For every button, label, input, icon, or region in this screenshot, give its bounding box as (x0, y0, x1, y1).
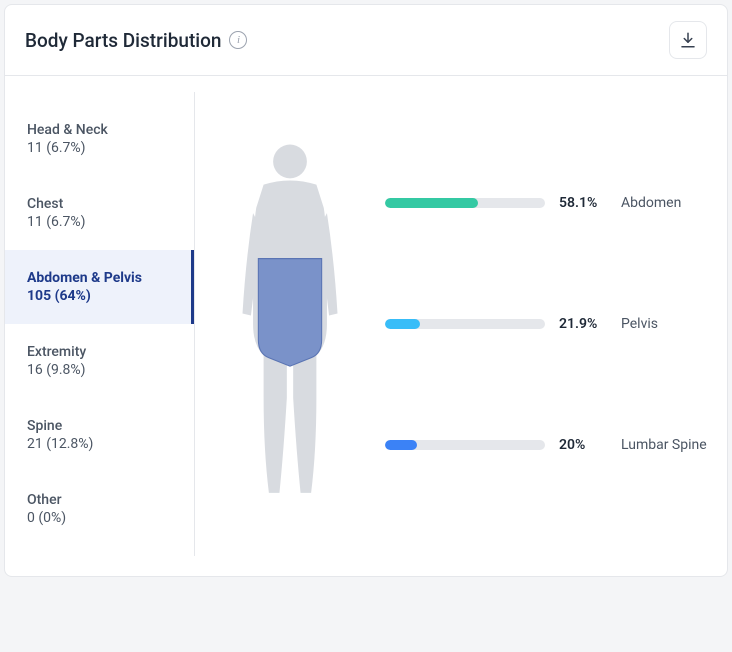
card-header: Body Parts Distribution i (5, 5, 727, 76)
sidebar-item-chest[interactable]: Chest 11 (6.7%) (5, 176, 194, 250)
download-icon (679, 31, 697, 49)
body-parts-distribution-card: Body Parts Distribution i Head & Neck 11… (4, 4, 728, 577)
bar-row-abdomen: 58.1% Abdomen (385, 195, 707, 211)
bar-track (385, 319, 545, 329)
card-title-wrap: Body Parts Distribution i (25, 29, 247, 52)
sidebar-item-label: Extremity (27, 344, 173, 360)
sidebar-item-spine[interactable]: Spine 21 (12.8%) (5, 398, 194, 472)
sidebar-item-label: Spine (27, 418, 173, 434)
sidebar-item-value: 11 (6.7%) (27, 140, 173, 156)
bar-percent: 20% (559, 437, 607, 453)
sidebar-item-value: 11 (6.7%) (27, 214, 173, 230)
bar-track (385, 198, 545, 208)
sidebar-item-label: Other (27, 492, 173, 508)
body-silhouette-icon (215, 134, 365, 514)
sidebar-item-value: 16 (9.8%) (27, 362, 173, 378)
sidebar-item-value: 0 (0%) (27, 510, 173, 526)
bar-label: Abdomen (621, 195, 681, 211)
sidebar-item-head-neck[interactable]: Head & Neck 11 (6.7%) (5, 102, 194, 176)
bar-fill (385, 198, 478, 208)
sidebar-item-value: 105 (64%) (27, 288, 173, 304)
bar-fill (385, 440, 417, 450)
bar-percent: 21.9% (559, 316, 607, 332)
bar-track (385, 440, 545, 450)
sidebar-item-abdomen-pelvis[interactable]: Abdomen & Pelvis 105 (64%) (5, 250, 194, 324)
body-highlight-abdomen-pelvis (258, 259, 321, 367)
sidebar-item-label: Abdomen & Pelvis (27, 270, 173, 286)
download-button[interactable] (669, 21, 707, 59)
bar-label: Lumbar Spine (621, 437, 707, 453)
breakdown-bars: 58.1% Abdomen 21.9% Pelvis 20% Lumbar Sp… (375, 102, 707, 546)
sidebar-item-other[interactable]: Other 0 (0%) (5, 472, 194, 546)
info-icon[interactable]: i (229, 31, 247, 49)
main-panel: 58.1% Abdomen 21.9% Pelvis 20% Lumbar Sp… (195, 92, 727, 556)
body-parts-sidebar: Head & Neck 11 (6.7%) Chest 11 (6.7%) Ab… (5, 92, 195, 556)
bar-label: Pelvis (621, 316, 658, 332)
body-figure (205, 102, 375, 546)
sidebar-item-label: Head & Neck (27, 122, 173, 138)
card-body: Head & Neck 11 (6.7%) Chest 11 (6.7%) Ab… (5, 76, 727, 576)
bar-fill (385, 319, 420, 329)
bar-row-lumbar-spine: 20% Lumbar Spine (385, 437, 707, 453)
sidebar-item-label: Chest (27, 196, 173, 212)
bar-percent: 58.1% (559, 195, 607, 211)
sidebar-item-value: 21 (12.8%) (27, 436, 173, 452)
bar-row-pelvis: 21.9% Pelvis (385, 316, 707, 332)
card-title: Body Parts Distribution (25, 29, 221, 52)
sidebar-item-extremity[interactable]: Extremity 16 (9.8%) (5, 324, 194, 398)
